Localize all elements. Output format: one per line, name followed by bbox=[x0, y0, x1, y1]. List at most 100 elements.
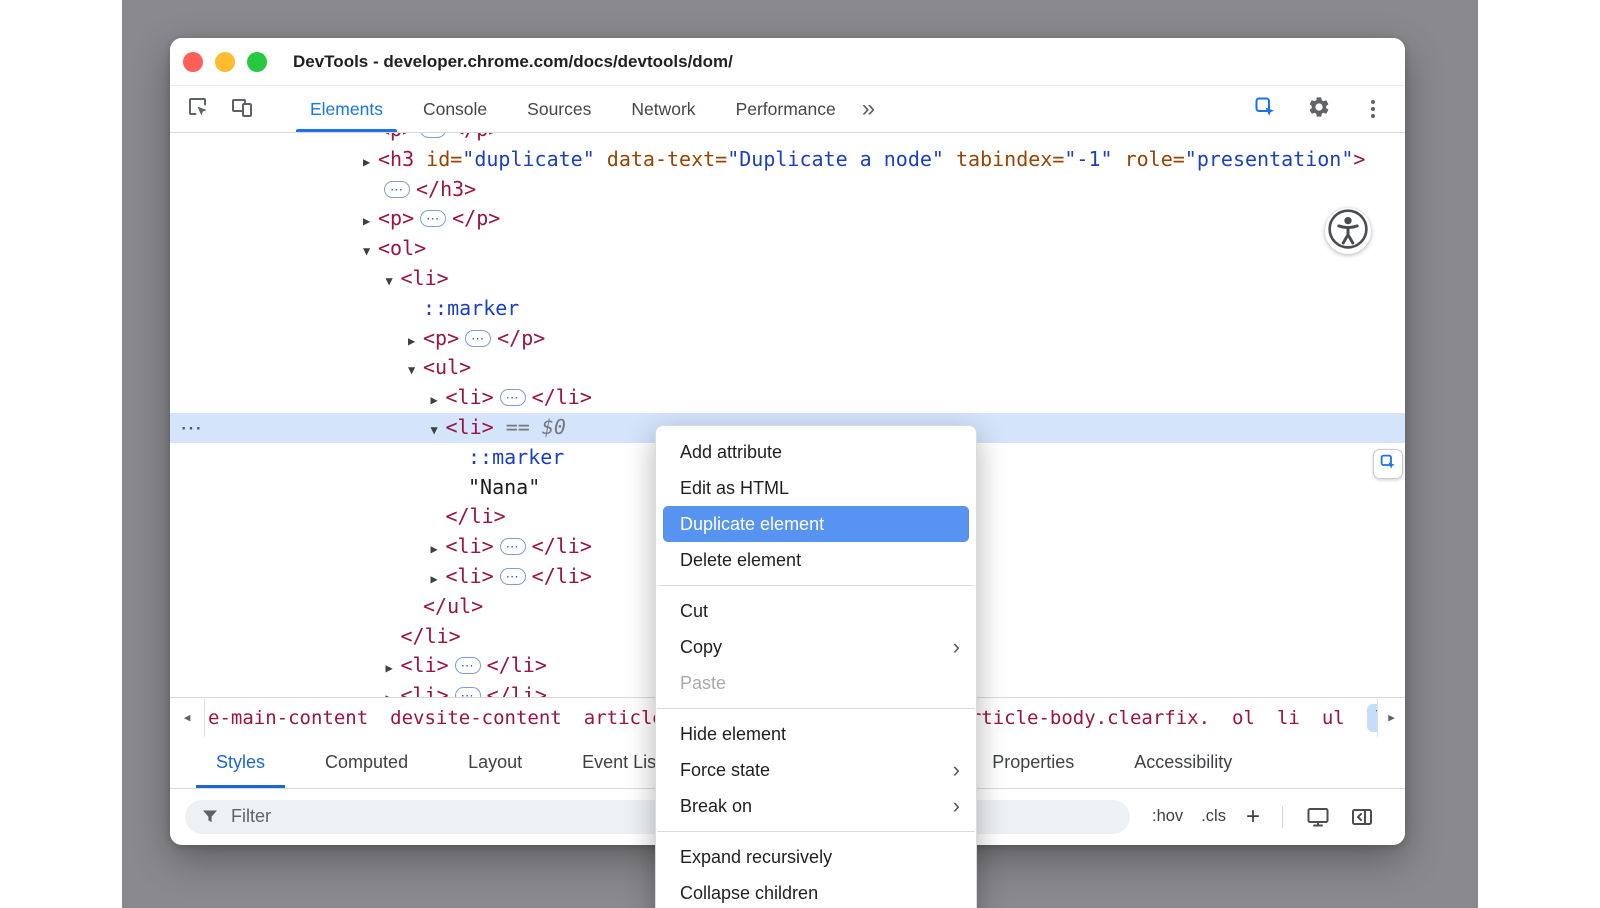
sidebar-tab-layout[interactable]: Layout bbox=[438, 737, 552, 788]
expand-badge[interactable]: ⋯ bbox=[420, 133, 446, 138]
context-menu: Add attributeEdit as HTML Duplicate eleme… bbox=[655, 425, 977, 908]
menu-item-force-state[interactable]: Force state› bbox=[656, 752, 976, 788]
row-actions-icon[interactable]: ⋯ bbox=[180, 413, 202, 443]
collapsed-arrow-icon[interactable]: ▶ bbox=[431, 386, 446, 416]
sidebar-tab-properties[interactable]: Properties bbox=[962, 737, 1104, 788]
expand-badge[interactable]: ⋯ bbox=[384, 181, 410, 198]
settings-button[interactable] bbox=[1305, 95, 1333, 123]
sidebar-tab-computed[interactable]: Computed bbox=[295, 737, 438, 788]
expand-badge[interactable]: ⋯ bbox=[455, 657, 481, 674]
tree-row[interactable]: ⋯</h3> bbox=[170, 175, 1405, 205]
breadcrumb-item[interactable]: li bbox=[1367, 704, 1377, 732]
menu-item-paste[interactable]: Paste bbox=[656, 665, 976, 701]
new-style-rule-button[interactable]: + bbox=[1246, 805, 1260, 829]
menu-item-label: Hide element bbox=[680, 724, 786, 745]
menu-item-label: Duplicate element bbox=[680, 514, 824, 535]
expanded-arrow-icon[interactable]: ▼ bbox=[363, 237, 378, 267]
more-options-button[interactable] bbox=[1359, 95, 1387, 123]
menu-item-label: Expand recursively bbox=[680, 847, 832, 868]
collapsed-arrow-icon[interactable]: ▶ bbox=[386, 684, 401, 697]
left-arrow-icon: ◀ bbox=[184, 711, 191, 724]
tree-row[interactable]: ▼<li> bbox=[170, 264, 1405, 294]
sidebar-tab-styles[interactable]: Styles bbox=[186, 737, 295, 788]
menu-item-copy[interactable]: Copy› bbox=[656, 629, 976, 665]
breadcrumb-item[interactable]: article bbox=[584, 707, 664, 729]
device-toolbar-button[interactable] bbox=[228, 95, 256, 123]
tab-performance[interactable]: Performance bbox=[716, 86, 856, 132]
menu-item-hide-element[interactable]: Hide element bbox=[656, 716, 976, 752]
tree-row[interactable]: <p>⋯</p> bbox=[170, 133, 1405, 145]
tree-row[interactable]: ▼<ol> bbox=[170, 234, 1405, 264]
breadcrumb-item[interactable]: ul bbox=[1322, 707, 1345, 729]
menu-item-duplicate-element[interactable]: Duplicate element bbox=[663, 506, 969, 542]
select-element-button[interactable] bbox=[1251, 95, 1279, 123]
devtools-toolbar: ElementsConsoleSourcesNetworkPerformance… bbox=[170, 86, 1405, 133]
menu-item-label: Collapse children bbox=[680, 883, 818, 904]
code-token: data-text= bbox=[595, 147, 727, 171]
menu-item-cut[interactable]: Cut bbox=[656, 593, 976, 629]
breadcrumb-scroll-right[interactable]: ▶ bbox=[1377, 698, 1405, 737]
inspect-element-button[interactable] bbox=[184, 95, 212, 123]
menu-item-label: Copy bbox=[680, 637, 722, 658]
code-token: <li> bbox=[446, 534, 494, 558]
collapsed-arrow-icon[interactable]: ▶ bbox=[363, 207, 378, 237]
expand-badge[interactable]: ⋯ bbox=[500, 538, 526, 555]
menu-item-collapse-children[interactable]: Collapse children bbox=[656, 875, 976, 908]
code-token: <li> bbox=[446, 564, 494, 588]
collapsed-arrow-icon[interactable]: ▶ bbox=[431, 535, 446, 565]
close-button[interactable] bbox=[183, 52, 203, 72]
rendering-emulation-button[interactable] bbox=[1305, 804, 1331, 830]
tree-row[interactable]: ::marker bbox=[170, 294, 1405, 324]
titlebar: DevTools - developer.chrome.com/docs/dev… bbox=[170, 38, 1405, 86]
tree-row[interactable]: ▼<ul> bbox=[170, 353, 1405, 383]
breadcrumb-item[interactable]: e-main-content bbox=[208, 707, 368, 729]
tree-row[interactable]: ▶<p>⋯</p> bbox=[170, 324, 1405, 354]
node-action-badge[interactable] bbox=[1373, 449, 1403, 479]
menu-item-expand-recursively[interactable]: Expand recursively bbox=[656, 839, 976, 875]
menu-item-delete-element[interactable]: Delete element bbox=[656, 542, 976, 578]
tab-sources[interactable]: Sources bbox=[507, 86, 611, 132]
pseudo-state-toggle[interactable]: :hov bbox=[1152, 807, 1183, 826]
code-token: tabindex= bbox=[944, 147, 1064, 171]
maximize-button[interactable] bbox=[247, 52, 267, 72]
expand-badge[interactable]: ⋯ bbox=[500, 389, 526, 406]
right-arrow-icon: ▶ bbox=[1388, 711, 1395, 724]
expanded-arrow-icon[interactable]: ▼ bbox=[408, 356, 423, 386]
collapsed-arrow-icon[interactable]: ▶ bbox=[431, 565, 446, 595]
code-token: </li> bbox=[401, 624, 461, 648]
styles-toolbar-buttons: :hov .cls + bbox=[1152, 804, 1375, 830]
menu-item-edit-as-html[interactable]: Edit as HTML bbox=[656, 470, 976, 506]
tab-console[interactable]: Console bbox=[403, 86, 507, 132]
breadcrumb-item[interactable]: devsite-content bbox=[390, 707, 562, 729]
expand-badge[interactable]: ⋯ bbox=[465, 330, 491, 347]
tree-row[interactable]: ▶<p>⋯</p> bbox=[170, 204, 1405, 234]
expand-badge[interactable]: ⋯ bbox=[420, 210, 446, 227]
more-panels-button[interactable]: » bbox=[862, 95, 873, 123]
minimize-button[interactable] bbox=[215, 52, 235, 72]
window-title: DevTools - developer.chrome.com/docs/dev… bbox=[293, 52, 733, 72]
collapsed-arrow-icon[interactable]: ▶ bbox=[363, 148, 378, 178]
accessibility-widget-button[interactable] bbox=[1325, 208, 1371, 254]
breadcrumb-item[interactable]: ol bbox=[1232, 707, 1255, 729]
sidebar-tab-accessibility[interactable]: Accessibility bbox=[1104, 737, 1262, 788]
sidebar-toggle-button[interactable] bbox=[1349, 804, 1375, 830]
breadcrumb-item[interactable]: rticle-body.clearfix. bbox=[970, 707, 1210, 729]
code-token: <h3 bbox=[378, 147, 414, 171]
breadcrumb-scroll-left[interactable]: ◀ bbox=[170, 698, 205, 737]
breadcrumb-item[interactable]: li bbox=[1277, 707, 1300, 729]
expanded-arrow-icon[interactable]: ▼ bbox=[431, 416, 446, 446]
element-classes-toggle[interactable]: .cls bbox=[1201, 807, 1226, 826]
code-token: "Nana" bbox=[468, 475, 540, 499]
expand-badge[interactable]: ⋯ bbox=[455, 687, 481, 697]
tab-network[interactable]: Network bbox=[611, 86, 715, 132]
collapsed-arrow-icon[interactable]: ▶ bbox=[408, 327, 423, 357]
menu-item-break-on[interactable]: Break on› bbox=[656, 788, 976, 824]
collapsed-arrow-icon[interactable]: ▶ bbox=[386, 654, 401, 684]
expanded-arrow-icon[interactable]: ▼ bbox=[386, 267, 401, 297]
tree-row[interactable]: ▶<h3 id="duplicate" data-text="Duplicate… bbox=[170, 145, 1405, 175]
tab-elements[interactable]: Elements bbox=[290, 86, 403, 132]
expand-badge[interactable]: ⋯ bbox=[500, 568, 526, 585]
code-token: <li> bbox=[401, 266, 449, 290]
tree-row[interactable]: ▶<li>⋯</li> bbox=[170, 383, 1405, 413]
menu-item-add-attribute[interactable]: Add attribute bbox=[656, 434, 976, 470]
